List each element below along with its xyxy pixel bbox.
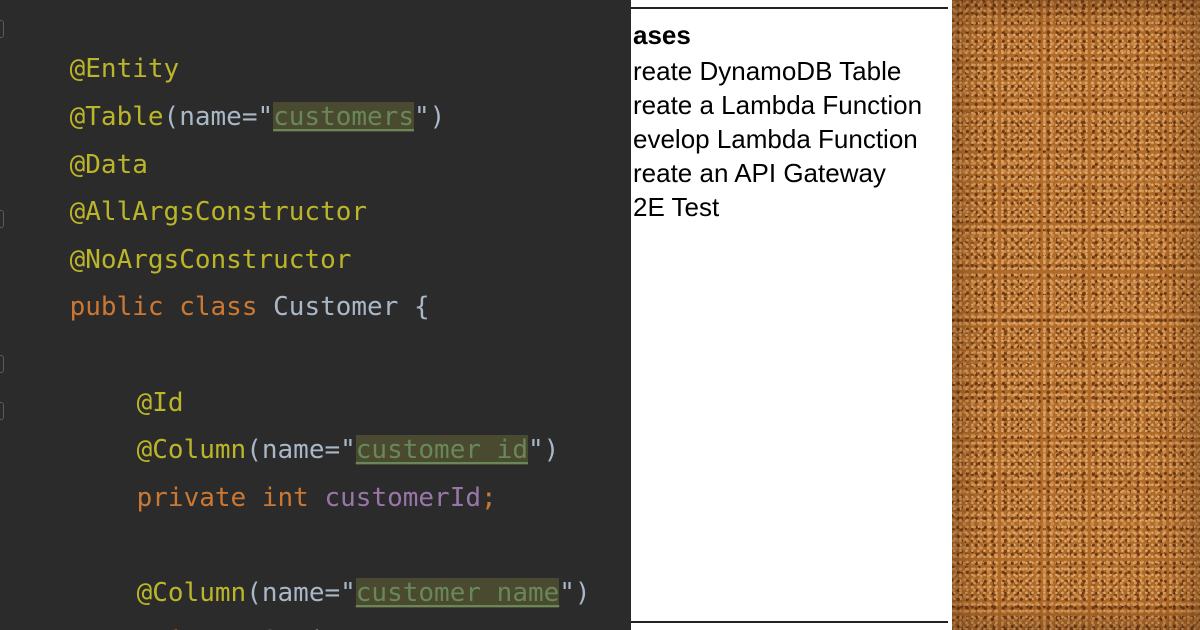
slide-top-rule (631, 7, 948, 9)
code-line-id[interactable]: @Id (74, 343, 184, 418)
code-line-field-id[interactable]: private int customerId; (74, 438, 497, 513)
cork-board-background (952, 0, 1200, 630)
list-item: reate an API Gateway (633, 158, 886, 188)
code-editor[interactable]: @Entity @Table(name="customers") @Data @… (0, 0, 631, 630)
code-line-allargs[interactable]: @AllArgsConstructor (7, 152, 367, 227)
fold-marker-icon[interactable] (0, 402, 4, 420)
keyword: class (179, 292, 258, 322)
code-line-column-id[interactable]: @Column(name="customer_id") (74, 390, 559, 465)
keyword: private (137, 626, 247, 630)
slide-title: ases (633, 20, 691, 50)
semicolon: ; (559, 626, 575, 630)
code-text: ") (527, 435, 560, 465)
keyword: int (261, 483, 309, 513)
list-item: 2E Test (633, 192, 720, 222)
keyword: private (136, 483, 247, 513)
slide-list: reate DynamoDB Table reate a Lambda Func… (633, 54, 922, 224)
code-line-noargs[interactable]: @NoArgsConstructor (7, 200, 352, 275)
code-line-column-name[interactable]: @Column(name="customer_name") (74, 533, 591, 608)
list-item: reate DynamoDB Table (633, 56, 902, 86)
semicolon: ; (481, 483, 497, 513)
type-name: String (262, 626, 356, 630)
list-item: evelop Lambda Function (633, 124, 918, 154)
field-name: customerId (324, 483, 482, 513)
fold-marker-icon[interactable] (0, 20, 4, 38)
fold-marker-icon[interactable] (0, 355, 4, 373)
highlighted-string: customers (273, 102, 415, 132)
slide-panel: ases reate DynamoDB Table reate a Lambda… (631, 0, 952, 630)
code-line-class-decl[interactable]: public class Customer { (7, 247, 430, 322)
code-text: ") (414, 102, 446, 132)
code-line-table[interactable]: @Table(name="customers") (7, 57, 445, 132)
code-line-entity[interactable]: @Entity (7, 9, 180, 84)
brace: { (414, 292, 430, 322)
code-line-field-name[interactable]: private String customerName; (74, 581, 575, 630)
slide-bottom-rule (631, 621, 948, 623)
code-text: (name=" (163, 102, 274, 132)
fold-marker-icon[interactable] (0, 210, 4, 228)
keyword: public (69, 292, 164, 322)
list-item: reate a Lambda Function (633, 90, 923, 120)
class-name: Customer (273, 292, 399, 322)
code-line-data[interactable]: @Data (7, 105, 148, 180)
field-name: customerName (371, 626, 559, 630)
